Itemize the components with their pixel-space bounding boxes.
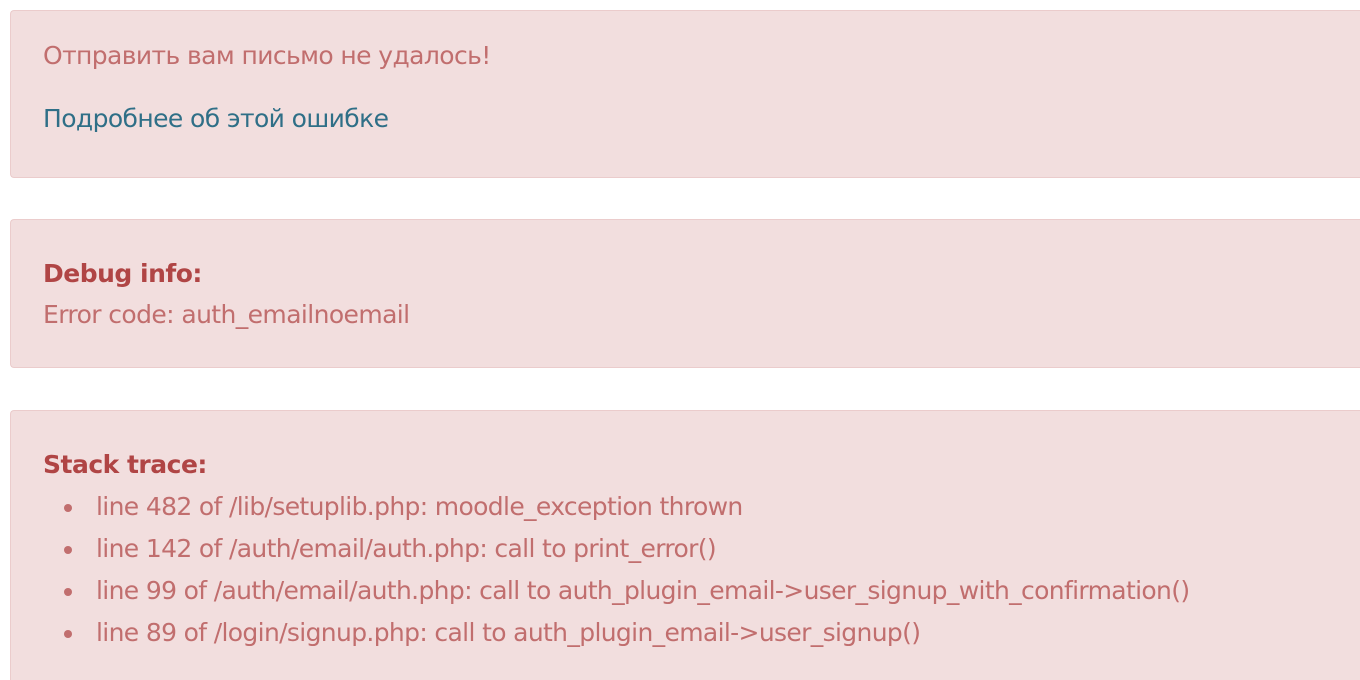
stack-trace-list: line 482 of /lib/setuplib.php: moodle_ex… xyxy=(43,490,1190,658)
stack-trace-item: line 482 of /lib/setuplib.php: moodle_ex… xyxy=(43,490,1189,532)
stack-trace-item-text: line 99 of /auth/email/auth.php: call to… xyxy=(96,576,1190,605)
stack-trace-item-text: line 482 of /lib/setuplib.php: moodle_ex… xyxy=(96,492,743,521)
stack-trace-item: line 142 of /auth/email/auth.php: call t… xyxy=(43,532,1189,574)
bullet-icon xyxy=(64,588,72,596)
error-code-text: Error code: auth_emailnoemail xyxy=(43,300,410,329)
error-details-link[interactable]: Подробнее об этой ошибке xyxy=(43,104,389,133)
stack-trace-item-text: line 89 of /login/signup.php: call to au… xyxy=(96,618,921,647)
error-page: Отправить вам письмо не удалось! Подробн… xyxy=(0,0,1360,680)
error-message-box: Отправить вам письмо не удалось! Подробн… xyxy=(10,10,1360,178)
bullet-icon xyxy=(64,504,72,512)
debug-info-box: Debug info: Error code: auth_emailnoemai… xyxy=(10,219,1360,368)
stack-trace-item-text: line 142 of /auth/email/auth.php: call t… xyxy=(96,534,717,563)
error-message-text: Отправить вам письмо не удалось! xyxy=(43,41,491,70)
stack-trace-box: Stack trace: line 482 of /lib/setuplib.p… xyxy=(10,410,1360,680)
stack-trace-item: line 99 of /auth/email/auth.php: call to… xyxy=(43,574,1190,616)
stack-trace-heading: Stack trace: xyxy=(43,450,207,479)
debug-info-heading: Debug info: xyxy=(43,259,202,288)
bullet-icon xyxy=(64,630,72,638)
bullet-icon xyxy=(64,546,72,554)
stack-trace-item: line 89 of /login/signup.php: call to au… xyxy=(43,616,1189,658)
